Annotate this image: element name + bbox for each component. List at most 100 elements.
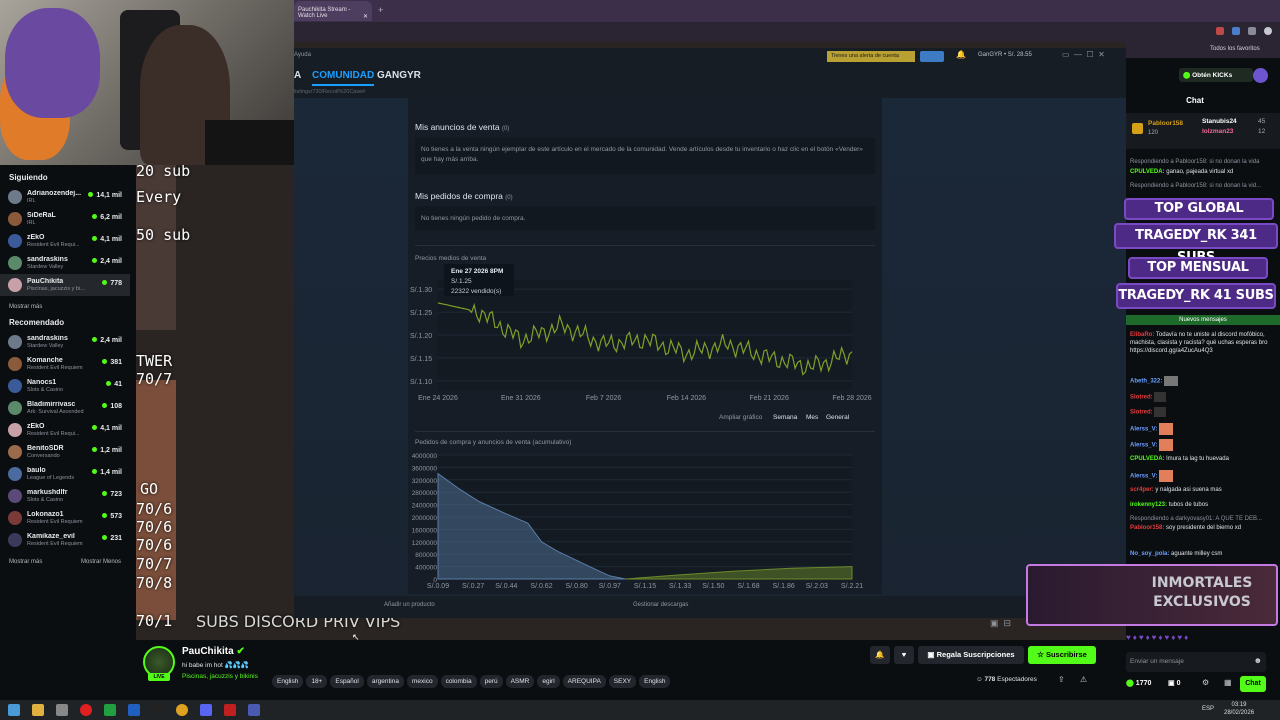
- tag[interactable]: 18+: [306, 675, 328, 688]
- app-icon[interactable]: [56, 704, 68, 716]
- subscribe-button[interactable]: ☆ Suscribirse: [1028, 646, 1096, 664]
- sidebar-channel[interactable]: Bladimirrivasc Ark: Survival Ascended 108: [0, 397, 130, 419]
- kick-sidebar: Siguiendo Adrianozendej... IRL 14,1 mil SiD…: [0, 165, 130, 700]
- bell-icon[interactable]: 🔔: [956, 50, 966, 59]
- tag[interactable]: argentina: [366, 675, 404, 688]
- price-history-chart[interactable]: S/.1.30 S/.1.25 S/.1.20 S/.1.15 S/.1.10 Ene 2…: [408, 264, 882, 414]
- language-indicator[interactable]: ESP: [1202, 706, 1214, 712]
- all-bookmarks-link[interactable]: Todos los favoritos: [1210, 46, 1260, 52]
- order-depth-chart[interactable]: 4000000 3600000 3200000 2800000 2400000 20000…: [408, 451, 882, 594]
- sidebar-channel[interactable]: Nanocs1 Slots & Casino 41: [0, 375, 130, 397]
- steam-window: Ayuda Tienes una alerta de cuenta 🔔 GanG…: [294, 48, 1126, 618]
- explorer-icon[interactable]: [32, 704, 44, 716]
- stream-overlay-text: 70/6: [136, 536, 173, 554]
- announce-icon[interactable]: [920, 51, 944, 62]
- follow-heart-icon[interactable]: ♥: [894, 646, 914, 664]
- sidebar-channel[interactable]: markushdlfr Slots & Casino 723: [0, 485, 130, 507]
- close-icon[interactable]: ✕: [363, 13, 368, 20]
- y-tick-label: 3600000: [412, 465, 438, 472]
- show-less-link[interactable]: Mostrar Menos: [81, 559, 121, 565]
- gift-icon: [1132, 123, 1143, 134]
- chrome-icon[interactable]: [176, 704, 188, 716]
- player-controls[interactable]: ▣ ⊟: [990, 618, 1011, 629]
- y-tick-label: S/.1.20: [410, 333, 432, 340]
- gift-subs-button[interactable]: ▣ Regala Suscripciones: [918, 646, 1024, 664]
- extension-icon[interactable]: [1216, 27, 1224, 35]
- browser-tab[interactable]: Pauchikita Stream - Watch Live ✕: [294, 1, 372, 21]
- avatar[interactable]: [1253, 68, 1268, 83]
- show-more-link[interactable]: Mostrar más: [9, 304, 121, 310]
- tag[interactable]: SEXY: [608, 675, 637, 688]
- zoom-month-button[interactable]: Mes: [806, 413, 818, 423]
- sidebar-channel[interactable]: zEkO Resident Evil Requi... 4,1 mil: [0, 419, 130, 441]
- settings-icon[interactable]: ⚙: [1202, 678, 1209, 687]
- chat-input[interactable]: Enviar un mensaje ☻: [1126, 652, 1266, 672]
- emoji-icon[interactable]: ☻: [1254, 656, 1262, 665]
- emote-bar[interactable]: ♥♦♥♦♥♦♥♦♥♦: [1126, 633, 1280, 647]
- get-kicks-button[interactable]: ⬤ Obtén KICKs: [1179, 68, 1253, 82]
- tag[interactable]: colombia: [440, 675, 477, 688]
- browser-addressbar[interactable]: [294, 22, 1280, 42]
- sidebar-channel[interactable]: sandraskins Stardew Valley 2,4 mil: [0, 252, 130, 274]
- sidebar-channel[interactable]: Adrianozendej... IRL 14,1 mil: [0, 186, 130, 208]
- tag[interactable]: AREQUIPA: [562, 675, 606, 688]
- account-alert-button[interactable]: Tienes una alerta de cuenta: [827, 51, 915, 62]
- sidebar-channel[interactable]: Kamikaze_evil Resident Evil Requiem 231: [0, 529, 130, 551]
- x-tick-label: Feb 7 2026: [586, 395, 622, 402]
- extension-icon[interactable]: [1232, 27, 1240, 35]
- discord-icon[interactable]: [200, 704, 212, 716]
- stream-category[interactable]: Piscinas, jacuzzis y bikinis: [182, 673, 258, 680]
- grid-icon[interactable]: ▦: [1224, 678, 1232, 687]
- help-menu[interactable]: Ayuda: [294, 52, 311, 58]
- add-product-button[interactable]: Añadir un producto: [384, 602, 435, 608]
- sidebar-channel[interactable]: Komanche Resident Evil Requiem 381: [0, 353, 130, 375]
- nav-store[interactable]: A: [294, 70, 301, 81]
- app-icon[interactable]: [224, 704, 236, 716]
- tag[interactable]: perú: [479, 675, 503, 688]
- clock[interactable]: 03:19 28/02/2026: [1224, 701, 1254, 717]
- word-icon[interactable]: [128, 704, 140, 716]
- sidebar-channel[interactable]: SiDeRaL IRL 6,2 mil: [0, 208, 130, 230]
- sidebar-channel[interactable]: Lokonazo1 Resident Evil Requiem 573: [0, 507, 130, 529]
- tag[interactable]: mexico: [406, 675, 438, 688]
- gifts-balance: ▣ 0: [1168, 680, 1181, 687]
- nav-community[interactable]: COMUNIDAD: [312, 70, 375, 86]
- viewer-count: 381: [102, 359, 122, 366]
- emote-icon: [1159, 439, 1174, 451]
- extension-icon[interactable]: [1248, 27, 1256, 35]
- new-tab-icon[interactable]: +: [378, 5, 383, 15]
- nav-profile[interactable]: GANGYR: [377, 70, 421, 81]
- chat-message: Abeth_322:: [1130, 376, 1278, 386]
- steam-icon[interactable]: [248, 704, 260, 716]
- tag[interactable]: English: [272, 675, 304, 688]
- tag[interactable]: Español: [330, 675, 364, 688]
- share-icon[interactable]: ⇪: [1058, 675, 1065, 684]
- steam-user[interactable]: GanGYR • S/. 28.55: [978, 52, 1032, 58]
- avatar: [8, 489, 22, 503]
- chat-message: Alerss_V:: [1130, 470, 1278, 482]
- sidebar-channel[interactable]: PauChikita Piscinas, jacuzzis y bi... 778: [0, 274, 130, 296]
- capcut-icon[interactable]: [152, 704, 164, 716]
- tag[interactable]: English: [639, 675, 671, 688]
- bell-icon[interactable]: 🔔: [870, 646, 890, 664]
- sidebar-channel[interactable]: zEkO Resident Evil Requi... 4,1 mil: [0, 230, 130, 252]
- viewer-count: 231: [102, 535, 122, 542]
- sidebar-channel[interactable]: sandraskins Stardew Valley 2,4 mil: [0, 331, 130, 353]
- sidebar-channel[interactable]: baulo League of Legends 1,4 mil: [0, 463, 130, 485]
- tag[interactable]: ASMR: [505, 675, 535, 688]
- sidebar-channel[interactable]: BenitoSDR Conversando 1,2 mil: [0, 441, 130, 463]
- zoom-week-button[interactable]: Semana: [773, 413, 797, 423]
- zoom-all-button[interactable]: General: [826, 413, 849, 423]
- y-tick-label: 800000: [415, 552, 437, 559]
- start-icon[interactable]: [8, 704, 20, 716]
- tag[interactable]: egirl: [537, 675, 560, 688]
- avatar[interactable]: [1264, 27, 1272, 35]
- chat-send-button[interactable]: Chat: [1240, 676, 1266, 692]
- excel-icon[interactable]: [104, 704, 116, 716]
- window-controls[interactable]: ▭ — ☐ ✕: [1062, 50, 1105, 59]
- new-messages-bar[interactable]: Nuevos mensajes: [1126, 315, 1280, 325]
- show-more-link[interactable]: Mostrar más: [9, 559, 42, 565]
- report-icon[interactable]: ⚠: [1080, 675, 1087, 684]
- opera-icon[interactable]: [80, 704, 92, 716]
- downloads-button[interactable]: Gestionar descargas: [633, 602, 688, 608]
